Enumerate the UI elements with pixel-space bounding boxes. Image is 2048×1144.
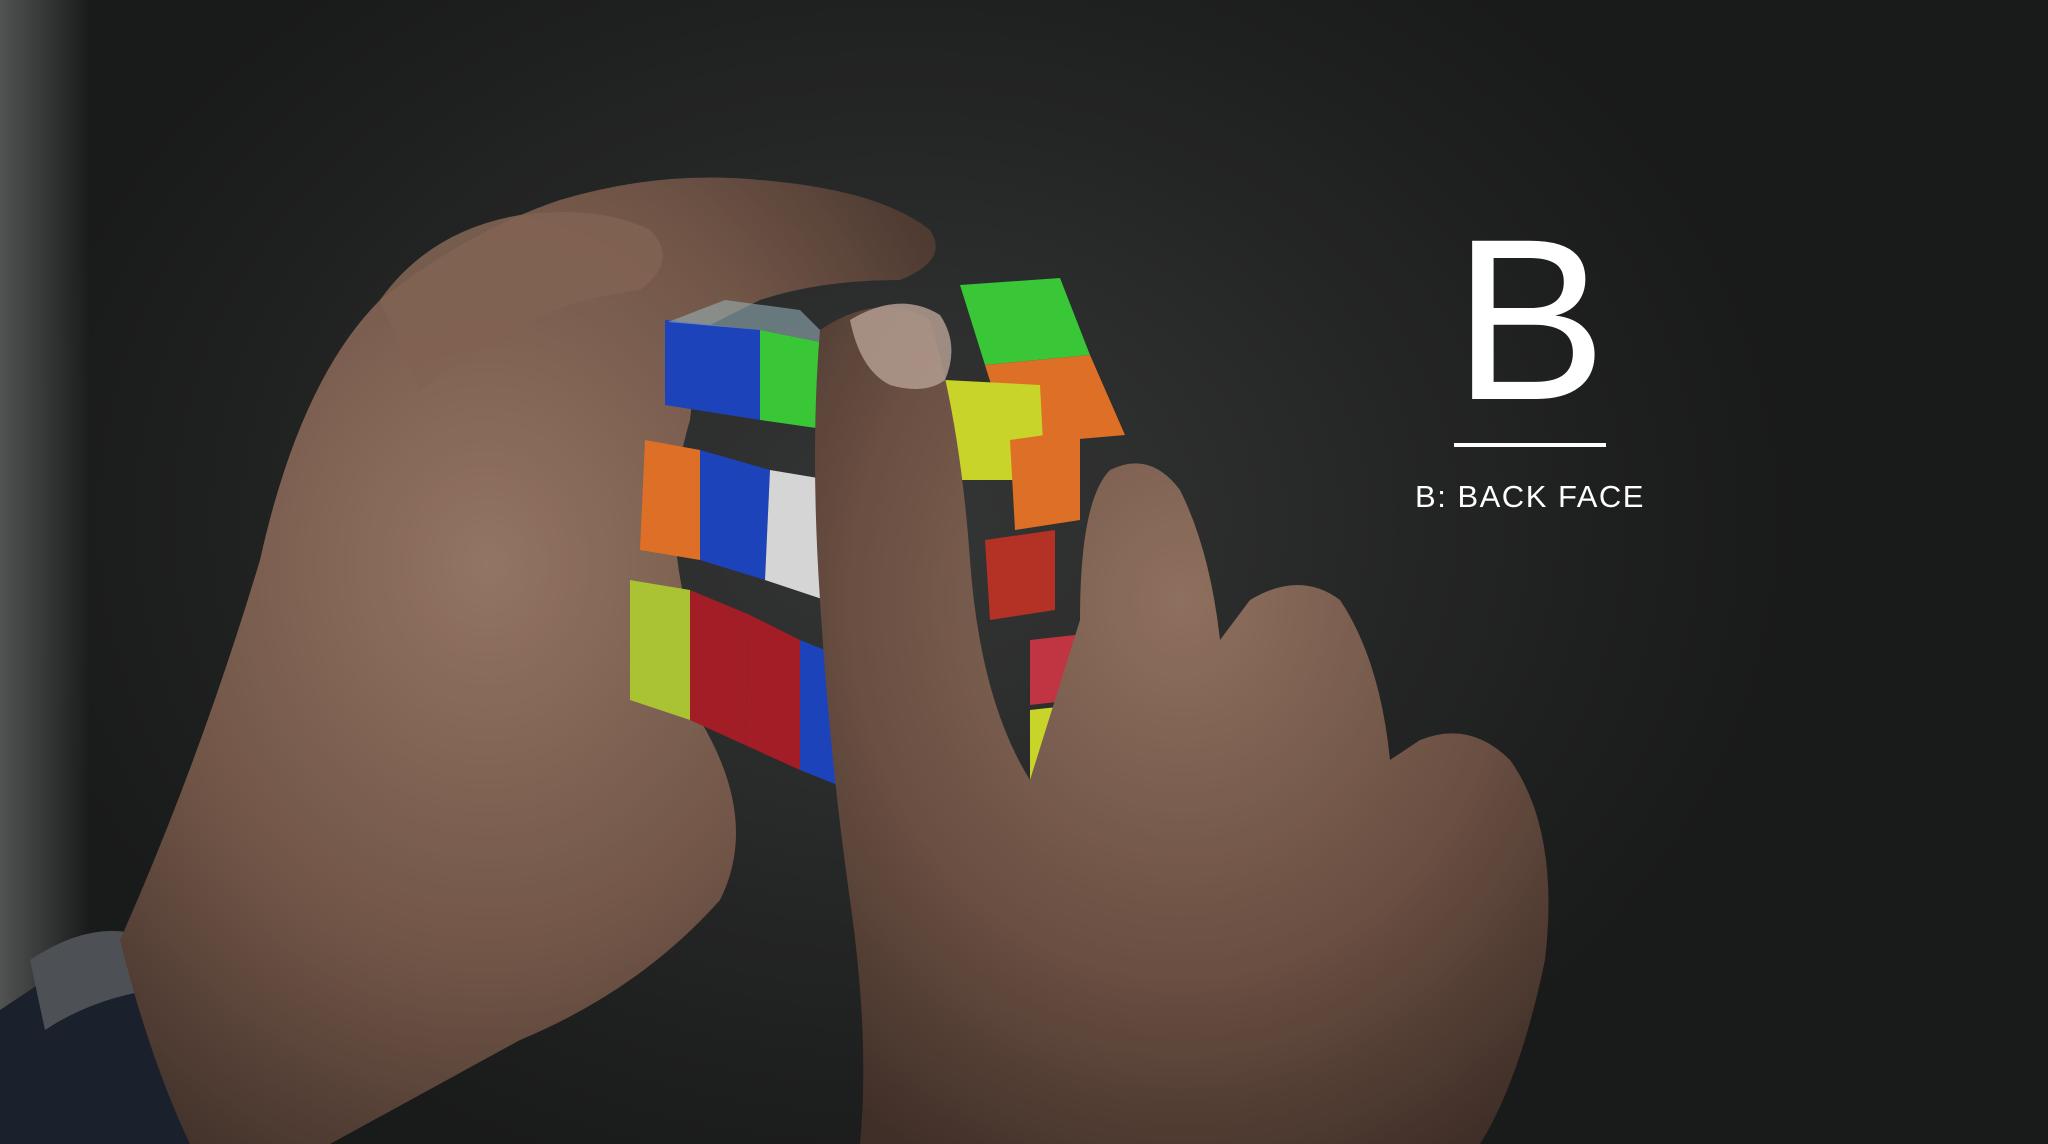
video-frame: B B: BACK FACE bbox=[0, 0, 2048, 1144]
move-caption: B: BACK FACE bbox=[1415, 479, 1645, 514]
move-notation-overlay: B B: BACK FACE bbox=[1380, 205, 1680, 515]
move-letter: B bbox=[1453, 191, 1607, 448]
hands-holding-rubiks-cube-photo bbox=[0, 0, 2048, 1144]
